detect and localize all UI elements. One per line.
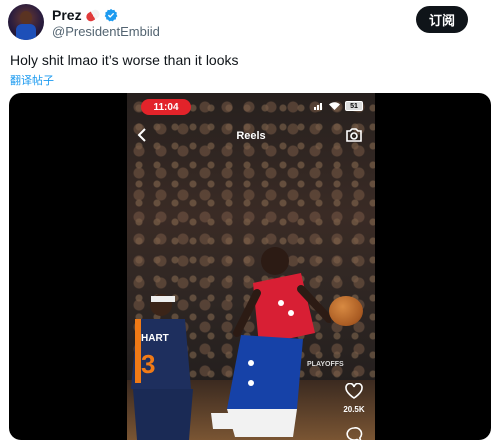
wifi-icon	[329, 102, 340, 110]
subscribe-button[interactable]: 订阅	[416, 6, 468, 33]
status-time: 11:04	[141, 99, 191, 115]
reels-screen-recording: 11:04 51 Reels HART 3 PLAYOFFS 20.5K	[127, 93, 375, 440]
jersey-name: HART	[141, 333, 169, 344]
arena-ad-board: PLAYOFFS	[307, 361, 344, 368]
battery-icon: 51	[345, 101, 363, 111]
camera-icon	[346, 128, 362, 142]
verified-badge-icon	[104, 8, 117, 22]
signal-icon	[314, 103, 322, 110]
sixers-player	[211, 247, 331, 437]
like-count: 20.5K	[343, 405, 365, 414]
pill-emoji-icon	[84, 7, 101, 23]
status-icons: 51	[314, 101, 363, 111]
basketball	[329, 296, 363, 326]
knicks-player: HART 3	[131, 294, 193, 440]
heart-icon	[345, 383, 363, 399]
user-handle[interactable]: @PresidentEmbiid	[52, 24, 160, 39]
translate-post-link[interactable]: 翻译帖子	[10, 72, 54, 88]
tweet-text: Holy shit lmao it’s worse than it looks	[10, 52, 239, 68]
tweet-header: Prez @PresidentEmbiid 订阅	[8, 4, 492, 44]
tweet-video[interactable]: 11:04 51 Reels HART 3 PLAYOFFS 20.5K	[9, 93, 491, 440]
comment-icon	[346, 427, 363, 440]
reels-title: Reels	[236, 130, 266, 142]
jersey-number: 3	[141, 349, 155, 379]
name-row: Prez	[52, 6, 118, 24]
avatar[interactable]	[8, 4, 44, 40]
display-name[interactable]: Prez	[52, 7, 82, 23]
